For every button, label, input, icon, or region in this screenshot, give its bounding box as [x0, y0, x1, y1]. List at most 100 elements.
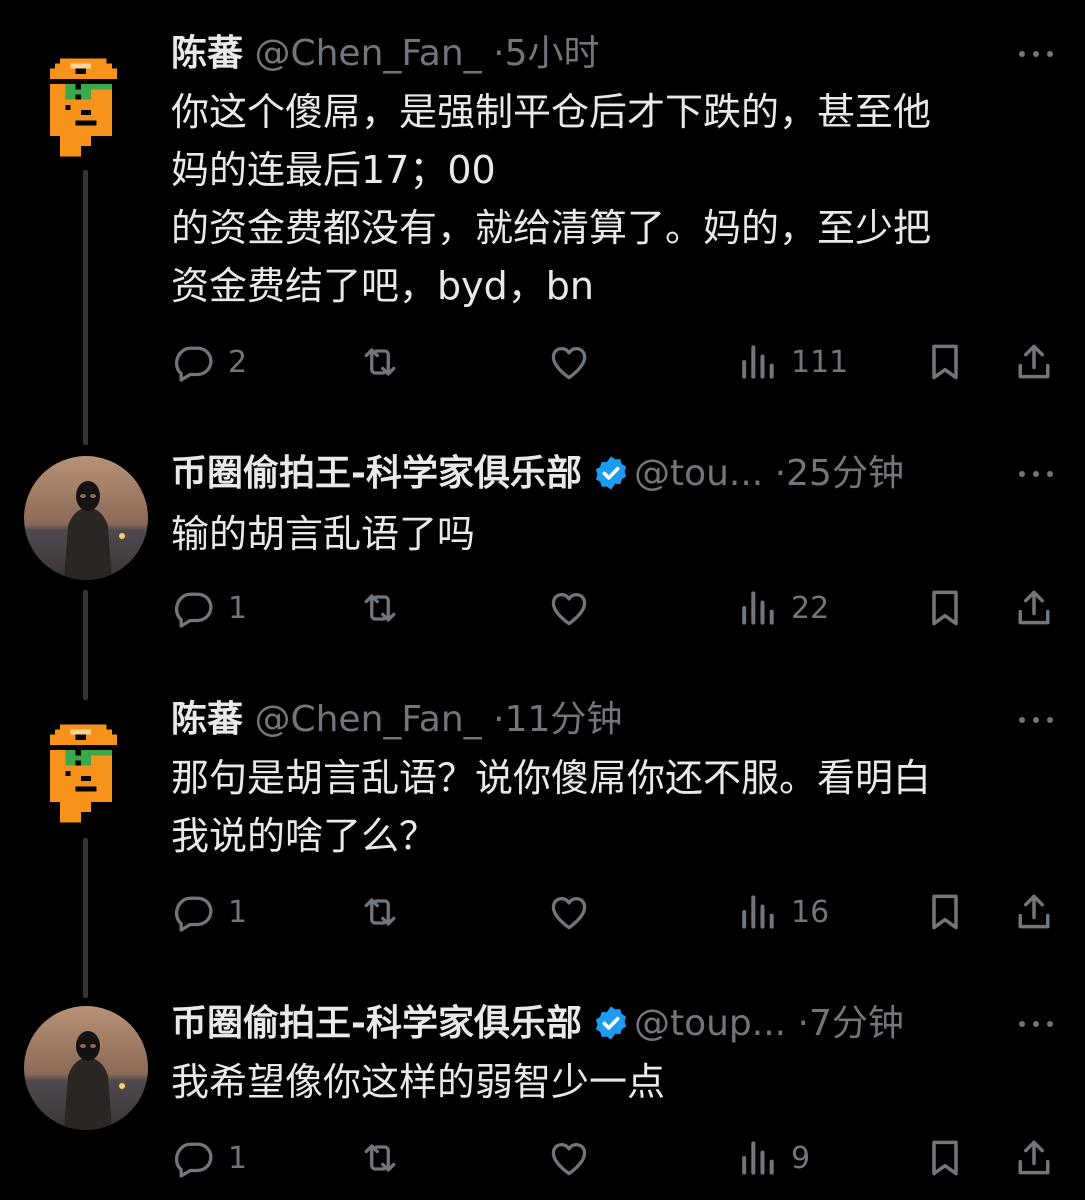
share-icon: [1018, 894, 1050, 929]
handle[interactable]: @tou...: [634, 453, 763, 494]
bookmark-icon: [932, 590, 958, 626]
bookmark-button[interactable]: [923, 334, 967, 390]
heart-icon: [551, 592, 587, 626]
masked-person-avatar-icon: [24, 456, 148, 580]
bookmark-icon: [932, 1140, 958, 1176]
handle[interactable]: @toup...: [634, 1003, 786, 1044]
display-name[interactable]: 币圈偷拍王-科学家俱乐部: [171, 1003, 582, 1044]
view-count: 22: [791, 590, 830, 626]
tweet[interactable]: 币圈偷拍王-科学家俱乐部 @toup... ·7分钟 我希望像你这样的弱智少一点 …: [0, 998, 1085, 1200]
avatar[interactable]: [24, 1006, 148, 1130]
share-icon: [1018, 344, 1050, 379]
tweet[interactable]: 陈蕃 @Chen_Fan_ ·5小时 你这个傻屌，是强制平仓后才下跌的，甚至他 …: [0, 28, 1085, 408]
tweet-header: 陈蕃 @Chen_Fan_ ·5小时: [171, 28, 599, 80]
retweet-button[interactable]: [358, 1130, 414, 1186]
share-button[interactable]: [1012, 334, 1056, 390]
handle[interactable]: @Chen_Fan_: [254, 699, 481, 740]
tweet-text: 那句是胡言乱语？说你傻屌你还不服。看明白 我说的啥了么？: [171, 756, 932, 858]
retweet-icon: [364, 348, 396, 376]
views-button[interactable]: 16: [735, 884, 829, 940]
bookmark-icon: [932, 894, 958, 930]
share-icon: [1018, 1140, 1050, 1175]
retweet-button[interactable]: [358, 334, 414, 390]
pixel-art-avatar-icon: [49, 58, 117, 157]
view-count: 16: [791, 894, 830, 930]
bookmark-button[interactable]: [923, 1130, 967, 1186]
separator-dot: ·: [774, 453, 787, 494]
reply-icon: [174, 346, 213, 382]
reply-button[interactable]: 2: [172, 334, 247, 390]
tweet-header: 币圈偷拍王-科学家俱乐部 @tou... ·25分钟: [171, 448, 904, 500]
more-icon[interactable]: [1015, 460, 1057, 488]
retweet-button[interactable]: [358, 884, 414, 940]
view-count: 9: [791, 1140, 811, 1176]
display-name[interactable]: 陈蕃: [171, 699, 243, 740]
timestamp[interactable]: 5小时: [505, 33, 600, 74]
more-icon[interactable]: [1015, 706, 1057, 734]
views-button[interactable]: 111: [735, 334, 848, 390]
action-bar: 1 22: [0, 580, 1085, 636]
display-name[interactable]: 币圈偷拍王-科学家俱乐部: [171, 453, 582, 494]
avatar[interactable]: [24, 48, 148, 172]
display-name[interactable]: 陈蕃: [171, 33, 243, 74]
masked-person-avatar-icon: [24, 1006, 148, 1130]
heart-icon: [551, 896, 587, 930]
like-button[interactable]: [547, 884, 603, 940]
share-button[interactable]: [1012, 1130, 1056, 1186]
reply-icon: [174, 1142, 213, 1178]
share-button[interactable]: [1012, 580, 1056, 636]
bookmark-icon: [932, 344, 958, 380]
like-button[interactable]: [547, 1130, 603, 1186]
tweet[interactable]: 币圈偷拍王-科学家俱乐部 @tou... ·25分钟 输的胡言乱语了吗 1 22: [0, 448, 1085, 648]
retweet-button[interactable]: [358, 580, 414, 636]
action-bar: 1 16: [0, 884, 1085, 940]
tweet-header: 陈蕃 @Chen_Fan_ ·11分钟: [171, 694, 622, 746]
verified-badge-icon: [595, 456, 627, 490]
views-button[interactable]: 9: [735, 1130, 810, 1186]
views-icon: [742, 895, 774, 929]
reply-count: 1: [228, 1140, 248, 1176]
tweet-text: 你这个傻屌，是强制平仓后才下跌的，甚至他 妈的连最后17；00 的资金费都没有，…: [171, 90, 932, 308]
reply-count: 1: [228, 894, 248, 930]
tweet-text: 我希望像你这样的弱智少一点: [171, 1060, 666, 1104]
views-button[interactable]: 22: [735, 580, 829, 636]
retweet-icon: [364, 1144, 396, 1172]
reply-button[interactable]: 1: [172, 1130, 247, 1186]
view-count: 111: [791, 344, 849, 380]
avatar[interactable]: [24, 456, 148, 580]
retweet-icon: [364, 594, 396, 622]
separator-dot: ·: [493, 33, 505, 74]
tweet[interactable]: 陈蕃 @Chen_Fan_ ·11分钟 那句是胡言乱语？说你傻屌你还不服。看明白…: [0, 694, 1085, 954]
heart-icon: [551, 346, 587, 380]
reply-button[interactable]: 1: [172, 884, 247, 940]
share-button[interactable]: [1012, 884, 1056, 940]
bookmark-button[interactable]: [923, 884, 967, 940]
reply-icon: [174, 592, 213, 628]
reply-icon: [174, 896, 213, 932]
like-button[interactable]: [547, 334, 603, 390]
retweet-icon: [364, 898, 396, 926]
action-bar: 2 111: [0, 334, 1085, 390]
handle[interactable]: @Chen_Fan_: [254, 33, 481, 74]
reply-button[interactable]: 1: [172, 580, 247, 636]
views-icon: [742, 591, 774, 625]
timestamp[interactable]: 11分钟: [505, 699, 623, 740]
more-icon[interactable]: [1015, 1010, 1057, 1038]
views-icon: [742, 1141, 774, 1175]
more-icon[interactable]: [1015, 40, 1057, 68]
heart-icon: [551, 1142, 587, 1176]
bookmark-button[interactable]: [923, 580, 967, 636]
timestamp[interactable]: 7分钟: [809, 1003, 904, 1044]
tweet-text: 输的胡言乱语了吗: [171, 512, 476, 556]
pixel-art-avatar-icon: [49, 724, 117, 823]
action-bar: 1 9: [0, 1130, 1085, 1186]
views-icon: [742, 345, 774, 379]
avatar[interactable]: [24, 714, 148, 838]
tweet-header: 币圈偷拍王-科学家俱乐部 @toup... ·7分钟: [171, 998, 904, 1050]
like-button[interactable]: [547, 580, 603, 636]
share-icon: [1018, 590, 1050, 625]
reply-count: 1: [228, 590, 248, 626]
separator-dot: ·: [797, 1003, 809, 1044]
verified-badge-icon: [595, 1006, 627, 1040]
timestamp[interactable]: 25分钟: [786, 453, 904, 494]
